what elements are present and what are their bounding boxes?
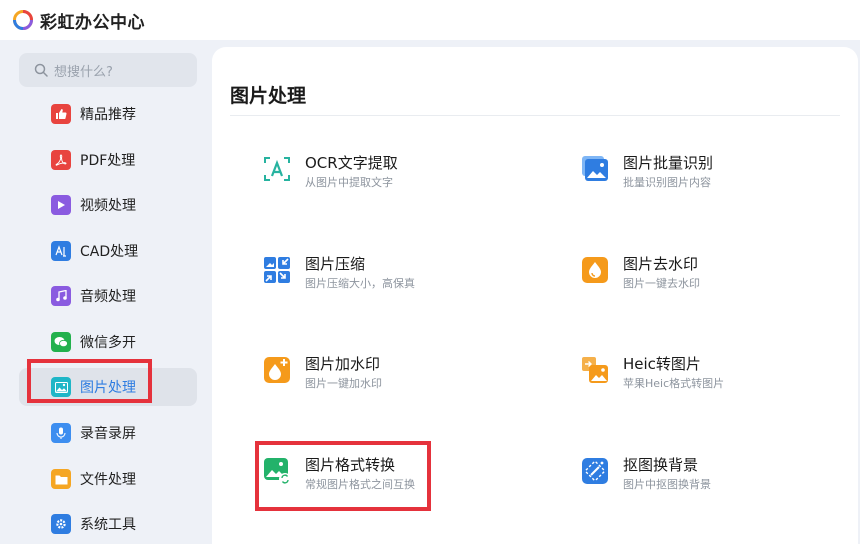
- card-cutout-background[interactable]: 抠图换背景 图片中抠图换背景: [581, 455, 841, 515]
- format-convert-icon: [264, 458, 291, 485]
- sidebar-item-recording[interactable]: 录音录屏: [19, 414, 197, 452]
- card-title: 图片去水印: [623, 255, 699, 273]
- main-panel: 图片处理 OCR文字提取 从图片中提取文字 图片批量识别 批量识别图片内容 图片…: [212, 47, 858, 544]
- sidebar-item-image[interactable]: 图片处理: [19, 368, 197, 406]
- card-heic-convert[interactable]: Heic转图片 苹果Heic格式转图片: [581, 354, 841, 414]
- compress-icon: [264, 257, 290, 283]
- card-title: 图片压缩: [305, 255, 366, 273]
- sidebar-item-pdf[interactable]: PDF处理: [19, 141, 197, 179]
- card-subtitle: 批量识别图片内容: [623, 176, 711, 189]
- card-remove-watermark[interactable]: 图片去水印 图片一键去水印: [581, 254, 841, 314]
- card-subtitle: 图片中抠图换背景: [623, 478, 711, 491]
- folder-icon: [51, 469, 71, 489]
- card-title: 图片批量识别: [623, 154, 714, 172]
- gear-icon: [51, 514, 71, 534]
- pdf-icon: [51, 150, 71, 170]
- search-icon: [34, 63, 48, 77]
- sidebar-item-video[interactable]: 视频处理: [19, 186, 197, 224]
- sidebar: 想搜什么? 精品推荐 PDF处理 视频处理 CAD处理 音频处理 微信多开 图片…: [0, 40, 212, 544]
- image-icon: [51, 377, 71, 397]
- card-add-watermark[interactable]: 图片加水印 图片一键加水印: [263, 354, 523, 414]
- sidebar-item-label: 图片处理: [80, 380, 136, 396]
- sidebar-item-label: PDF处理: [80, 153, 136, 169]
- ocr-scan-icon: [264, 157, 290, 181]
- music-note-icon: [51, 286, 71, 306]
- rainbow-logo-icon: [13, 10, 33, 30]
- sidebar-item-label: 视频处理: [80, 198, 136, 214]
- card-image-compress[interactable]: 图片压缩 图片压缩大小，高保真: [263, 254, 523, 314]
- divider: [230, 115, 840, 116]
- sidebar-item-audio[interactable]: 音频处理: [19, 277, 197, 315]
- card-subtitle: 从图片中提取文字: [305, 176, 393, 189]
- title-bar: 彩虹办公中心: [0, 0, 860, 40]
- card-ocr[interactable]: OCR文字提取 从图片中提取文字: [263, 153, 523, 213]
- card-title: 抠图换背景: [623, 456, 699, 474]
- sidebar-item-label: 微信多开: [80, 335, 136, 351]
- card-subtitle: 图片压缩大小，高保真: [305, 277, 415, 290]
- card-format-convert[interactable]: 图片格式转换 常规图片格式之间互换: [263, 455, 523, 515]
- sidebar-item-cad[interactable]: CAD处理: [19, 232, 197, 270]
- search-input[interactable]: 想搜什么?: [19, 53, 197, 87]
- microphone-icon: [51, 423, 71, 443]
- sidebar-item-system-tools[interactable]: 系统工具: [19, 505, 197, 543]
- video-play-icon: [51, 195, 71, 215]
- app-title: 彩虹办公中心: [40, 12, 145, 33]
- card-subtitle: 图片一键去水印: [623, 277, 700, 290]
- sidebar-item-label: 精品推荐: [80, 107, 136, 123]
- image-batch-icon: [582, 156, 608, 181]
- sidebar-item-label: CAD处理: [80, 244, 139, 260]
- sidebar-item-file[interactable]: 文件处理: [19, 460, 197, 498]
- sidebar-item-recommended[interactable]: 精品推荐: [19, 95, 197, 133]
- card-title: Heic转图片: [623, 355, 701, 373]
- sidebar-item-label: 音频处理: [80, 289, 136, 305]
- search-placeholder: 想搜什么?: [54, 64, 113, 80]
- card-title: OCR文字提取: [305, 154, 398, 172]
- cad-icon: [51, 241, 71, 261]
- heic-convert-icon: [582, 357, 608, 383]
- card-title: 图片加水印: [305, 355, 381, 373]
- sidebar-item-label: 文件处理: [80, 472, 136, 488]
- card-subtitle: 图片一键加水印: [305, 377, 382, 390]
- remove-watermark-icon: [582, 257, 608, 283]
- card-title: 图片格式转换: [305, 456, 396, 474]
- card-image-batch-recognize[interactable]: 图片批量识别 批量识别图片内容: [581, 153, 841, 213]
- thumbs-up-icon: [51, 104, 71, 124]
- add-watermark-icon: [264, 357, 290, 383]
- card-subtitle: 苹果Heic格式转图片: [623, 377, 725, 390]
- sidebar-item-label: 录音录屏: [80, 426, 136, 442]
- card-subtitle: 常规图片格式之间互换: [305, 478, 415, 491]
- sidebar-item-wechat[interactable]: 微信多开: [19, 323, 197, 361]
- section-title: 图片处理: [230, 85, 307, 107]
- wechat-icon: [51, 332, 71, 352]
- cutout-icon: [582, 458, 608, 484]
- sidebar-item-label: 系统工具: [80, 517, 136, 533]
